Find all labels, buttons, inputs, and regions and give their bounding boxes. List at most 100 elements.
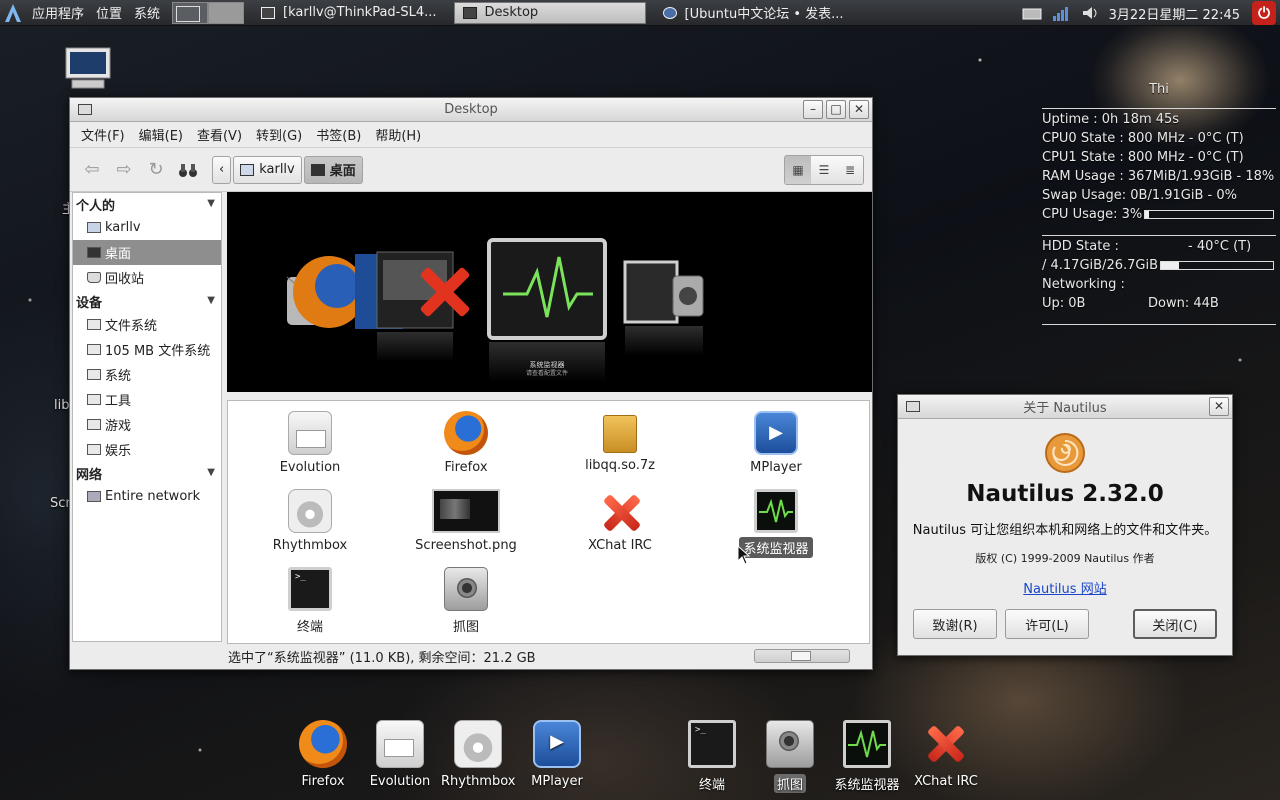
menu-view[interactable]: 查看(V)	[190, 125, 249, 144]
sidebar-item-games[interactable]: 游戏	[73, 412, 221, 437]
zoom-slider[interactable]	[754, 649, 850, 663]
clock[interactable]: 3月22日星期二 22:45	[1109, 4, 1240, 23]
minimize-button[interactable]: –	[803, 100, 823, 119]
home-folder-icon	[87, 222, 101, 233]
sidebar-item-label: 文件系统	[105, 319, 158, 334]
coverflow-preview[interactable]: 系统监视器 请查看配置文件	[227, 192, 872, 392]
window-menu-icon[interactable]	[78, 104, 92, 115]
menu-places[interactable]: 位置	[90, 3, 128, 22]
dock-item-terminal[interactable]: 终端	[672, 720, 752, 793]
file-item-xchat[interactable]: XChat IRC	[550, 489, 690, 554]
menu-help[interactable]: 帮助(H)	[368, 125, 428, 144]
evolution-icon	[288, 411, 332, 455]
sidebar-header-network[interactable]: 网络 ▼	[73, 462, 221, 484]
back-arrow-icon[interactable]: ⇦	[76, 155, 108, 185]
dock-item-mplayer[interactable]: MPlayer	[517, 720, 597, 789]
task-browser[interactable]: [Ubuntu中文论坛 • 发表...	[654, 2, 853, 24]
forward-arrow-icon[interactable]: ⇨	[108, 155, 140, 185]
coverflow-art: 系统监视器 请查看配置文件	[286, 238, 704, 382]
dock-item-evolution[interactable]: Evolution	[360, 720, 440, 789]
window-titlebar[interactable]: Desktop – □ ✕	[70, 98, 872, 122]
zoom-slider-thumb[interactable]	[791, 651, 811, 661]
menu-system[interactable]: 系统	[128, 3, 166, 22]
sidebar-item-home[interactable]: karllv	[73, 215, 221, 240]
dialog-menu-icon[interactable]	[906, 401, 920, 412]
path-back-button[interactable]: ‹	[212, 155, 232, 184]
sidebar-item-desktop[interactable]: 桌面	[73, 240, 221, 265]
sidebar-item-label: 娱乐	[105, 444, 132, 459]
compact-view-icon[interactable]: ≣	[837, 156, 863, 184]
menu-bookmarks[interactable]: 书签(B)	[309, 125, 368, 144]
sidebar-header-devices[interactable]: 设备 ▼	[73, 290, 221, 312]
dock-item-firefox[interactable]: Firefox	[283, 720, 363, 789]
file-item-screenshot-tool[interactable]: 抓图	[396, 567, 536, 636]
sidebar-header-personal[interactable]: 个人的 ▼	[73, 193, 221, 215]
sidebar-item-entire-network[interactable]: Entire network	[73, 484, 221, 509]
list-view-icon[interactable]: ☰	[811, 156, 837, 184]
path-item-desktop[interactable]: 桌面	[303, 155, 363, 184]
menu-edit[interactable]: 编辑(E)	[132, 125, 190, 144]
file-item-screenshot[interactable]: Screenshot.png	[396, 489, 536, 554]
sidebar-item-entertainment[interactable]: 娱乐	[73, 437, 221, 462]
file-item-rhythmbox[interactable]: Rhythmbox	[240, 489, 380, 554]
menu-applications[interactable]: 应用程序	[26, 3, 90, 22]
chevron-down-icon[interactable]: ▼	[207, 198, 215, 209]
task-terminal[interactable]: [karllv@ThinkPad-SL4...	[252, 2, 446, 24]
computer-icon[interactable]	[62, 46, 114, 92]
search-binoculars-icon[interactable]	[172, 155, 204, 185]
drive-icon	[87, 369, 101, 380]
file-item-firefox[interactable]: Firefox	[396, 411, 536, 476]
file-item-mplayer[interactable]: MPlayer	[706, 411, 846, 476]
file-item-libqq[interactable]: libqq.so.7z	[550, 411, 690, 474]
preview-caption-1: 系统监视器	[530, 360, 565, 369]
signal-icon[interactable]	[1051, 4, 1073, 22]
dock-item-rhythmbox[interactable]: Rhythmbox	[438, 720, 518, 789]
sidebar-item-trash[interactable]: 回收站	[73, 265, 221, 290]
network-icon	[87, 491, 101, 502]
sidebar-item-105mb[interactable]: 105 MB 文件系统	[73, 337, 221, 362]
workspace-switcher[interactable]	[172, 1, 245, 24]
pane-resize-handle[interactable]	[227, 392, 872, 400]
file-item-terminal[interactable]: 终端	[240, 567, 380, 636]
menu-go[interactable]: 转到(G)	[249, 125, 309, 144]
sidebar-item-tools[interactable]: 工具	[73, 387, 221, 412]
workspace-2[interactable]	[208, 1, 245, 24]
file-label: MPlayer	[750, 460, 802, 475]
dock-item-screenshot[interactable]: 抓图	[750, 720, 830, 793]
close-button[interactable]: ✕	[1209, 397, 1229, 416]
dialog-titlebar[interactable]: 关于 Nautilus ✕	[898, 395, 1232, 419]
volume-icon[interactable]	[1081, 4, 1101, 22]
app-name-version: Nautilus 2.32.0	[966, 481, 1164, 507]
dock-item-xchat[interactable]: XChat IRC	[906, 720, 986, 789]
path-item-home[interactable]: karllv	[233, 155, 302, 184]
power-icon[interactable]: ⏻	[1252, 1, 1276, 25]
close-button[interactable]: ✕	[849, 100, 869, 119]
conky-host: Thi	[1149, 82, 1169, 97]
xchat-icon	[598, 489, 642, 533]
close-dialog-button[interactable]: 关闭(C)	[1133, 609, 1217, 639]
desktop-fragment: lib	[54, 398, 70, 413]
nautilus-window: Desktop – □ ✕ 文件(F) 编辑(E) 查看(V) 转到(G) 书签…	[69, 97, 873, 670]
reload-icon[interactable]: ↻	[140, 155, 172, 185]
dock-label: 终端	[698, 778, 725, 793]
chevron-down-icon[interactable]: ▼	[207, 295, 215, 306]
file-label: Rhythmbox	[272, 538, 348, 553]
icon-view-icon[interactable]: ▦	[785, 156, 811, 184]
chevron-down-icon[interactable]: ▼	[207, 467, 215, 478]
website-link[interactable]: Nautilus 网站	[898, 578, 1232, 597]
sidebar-item-filesystem[interactable]: 文件系统	[73, 312, 221, 337]
file-item-evolution[interactable]: Evolution	[240, 411, 380, 476]
sidebar-item-system[interactable]: 系统	[73, 362, 221, 387]
maximize-button[interactable]: □	[826, 100, 846, 119]
file-item-system-monitor[interactable]: 系统监视器	[706, 489, 846, 558]
logo-icon[interactable]	[0, 0, 26, 26]
workspace-1[interactable]	[172, 1, 209, 24]
sidebar-item-label: 系统	[105, 369, 132, 384]
dock-item-system-monitor[interactable]: 系统监视器	[827, 720, 907, 793]
license-button[interactable]: 许可(L)	[1005, 609, 1089, 639]
drive-icon	[87, 444, 101, 455]
menu-file[interactable]: 文件(F)	[74, 125, 132, 144]
network-icon[interactable]	[1021, 5, 1043, 21]
credits-button[interactable]: 致谢(R)	[913, 609, 997, 639]
task-desktop[interactable]: Desktop	[453, 1, 646, 24]
